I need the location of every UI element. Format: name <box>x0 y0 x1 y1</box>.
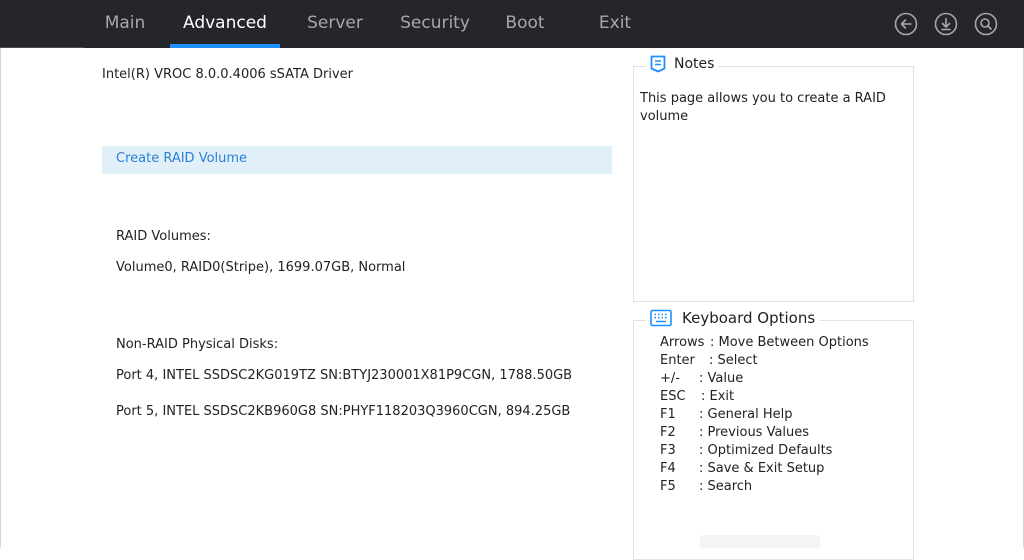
nav-left-spacer <box>0 0 84 48</box>
keyboard-options-title: Keyboard Options <box>682 309 816 327</box>
key-description: : Select <box>709 353 758 368</box>
keyboard-icon <box>650 309 672 327</box>
key-label: F4 <box>660 461 676 476</box>
key-description: : Save & Exit Setup <box>699 461 825 476</box>
create-raid-volume-label: Create RAID Volume <box>116 151 248 166</box>
key-option-row: F5 : Search <box>660 479 752 494</box>
keyboard-options-header: Keyboard Options <box>646 309 820 327</box>
download-icon[interactable] <box>934 12 958 36</box>
tab-main[interactable]: Main <box>97 0 153 48</box>
notes-title: Notes <box>674 56 715 72</box>
notes-panel-header: Notes <box>646 55 719 73</box>
non-raid-disk-item: Port 4, INTEL SSDSC2KG019TZ SN:BTYJ23000… <box>116 368 573 383</box>
frame-left-border <box>0 48 1 548</box>
key-description: : Exit <box>701 389 735 404</box>
key-option-row: F4 : Save & Exit Setup <box>660 461 824 476</box>
key-option-row: Enter : Select <box>660 353 758 368</box>
non-raid-disks-header: Non-RAID Physical Disks: <box>116 337 279 352</box>
key-label: F3 <box>660 443 676 458</box>
keyboard-options-panel: Keyboard Options Arrows : Move Between Op… <box>633 309 914 560</box>
raid-volumes-header: RAID Volumes: <box>116 229 211 244</box>
notes-panel: Notes This page allows you to create a R… <box>633 55 914 302</box>
main-content: Intel(R) VROC 8.0.0.4006 sSATA Driver Cr… <box>102 48 612 548</box>
key-label: Arrows <box>660 335 705 350</box>
notes-text: This page allows you to create a RAID vo… <box>640 91 886 124</box>
notes-icon <box>650 55 666 73</box>
create-raid-volume-item[interactable]: Create RAID Volume <box>102 146 612 174</box>
key-description: : Value <box>699 371 744 386</box>
key-option-row: F1 : General Help <box>660 407 793 422</box>
key-option-row: F3 : Optimized Defaults <box>660 443 832 458</box>
tab-security[interactable]: Security <box>395 0 475 48</box>
key-label: F5 <box>660 479 676 494</box>
key-option-row: Arrows : Move Between Options <box>660 335 869 350</box>
tab-advanced[interactable]: Advanced <box>170 0 280 48</box>
key-description: : Search <box>699 479 753 494</box>
driver-title: Intel(R) VROC 8.0.0.4006 sSATA Driver <box>102 67 353 82</box>
bottom-button-edge <box>700 535 820 548</box>
tab-boot[interactable]: Boot <box>500 0 550 48</box>
top-navigation-bar: Main Advanced Server Security Boot Exit <box>0 0 1024 48</box>
search-icon[interactable] <box>974 12 998 36</box>
back-icon[interactable] <box>894 12 918 36</box>
non-raid-disk-item: Port 5, INTEL SSDSC2KB960G8 SN:PHYF11820… <box>116 404 571 419</box>
raid-volume-item[interactable]: Volume0, RAID0(Stripe), 1699.07GB, Norma… <box>116 260 405 275</box>
key-label: ESC <box>660 389 686 404</box>
key-option-row: F2 : Previous Values <box>660 425 809 440</box>
key-option-row: +/- : Value <box>660 371 743 386</box>
key-label: F2 <box>660 425 676 440</box>
key-label: Enter <box>660 353 695 368</box>
key-label: +/- <box>660 371 680 386</box>
tab-server[interactable]: Server <box>300 0 370 48</box>
key-description: : Previous Values <box>699 425 810 440</box>
key-description: : General Help <box>699 407 793 422</box>
key-description: : Move Between Options <box>710 335 869 350</box>
tab-exit[interactable]: Exit <box>595 0 635 48</box>
key-label: F1 <box>660 407 676 422</box>
key-option-row: ESC : Exit <box>660 389 734 404</box>
key-description: : Optimized Defaults <box>699 443 833 458</box>
